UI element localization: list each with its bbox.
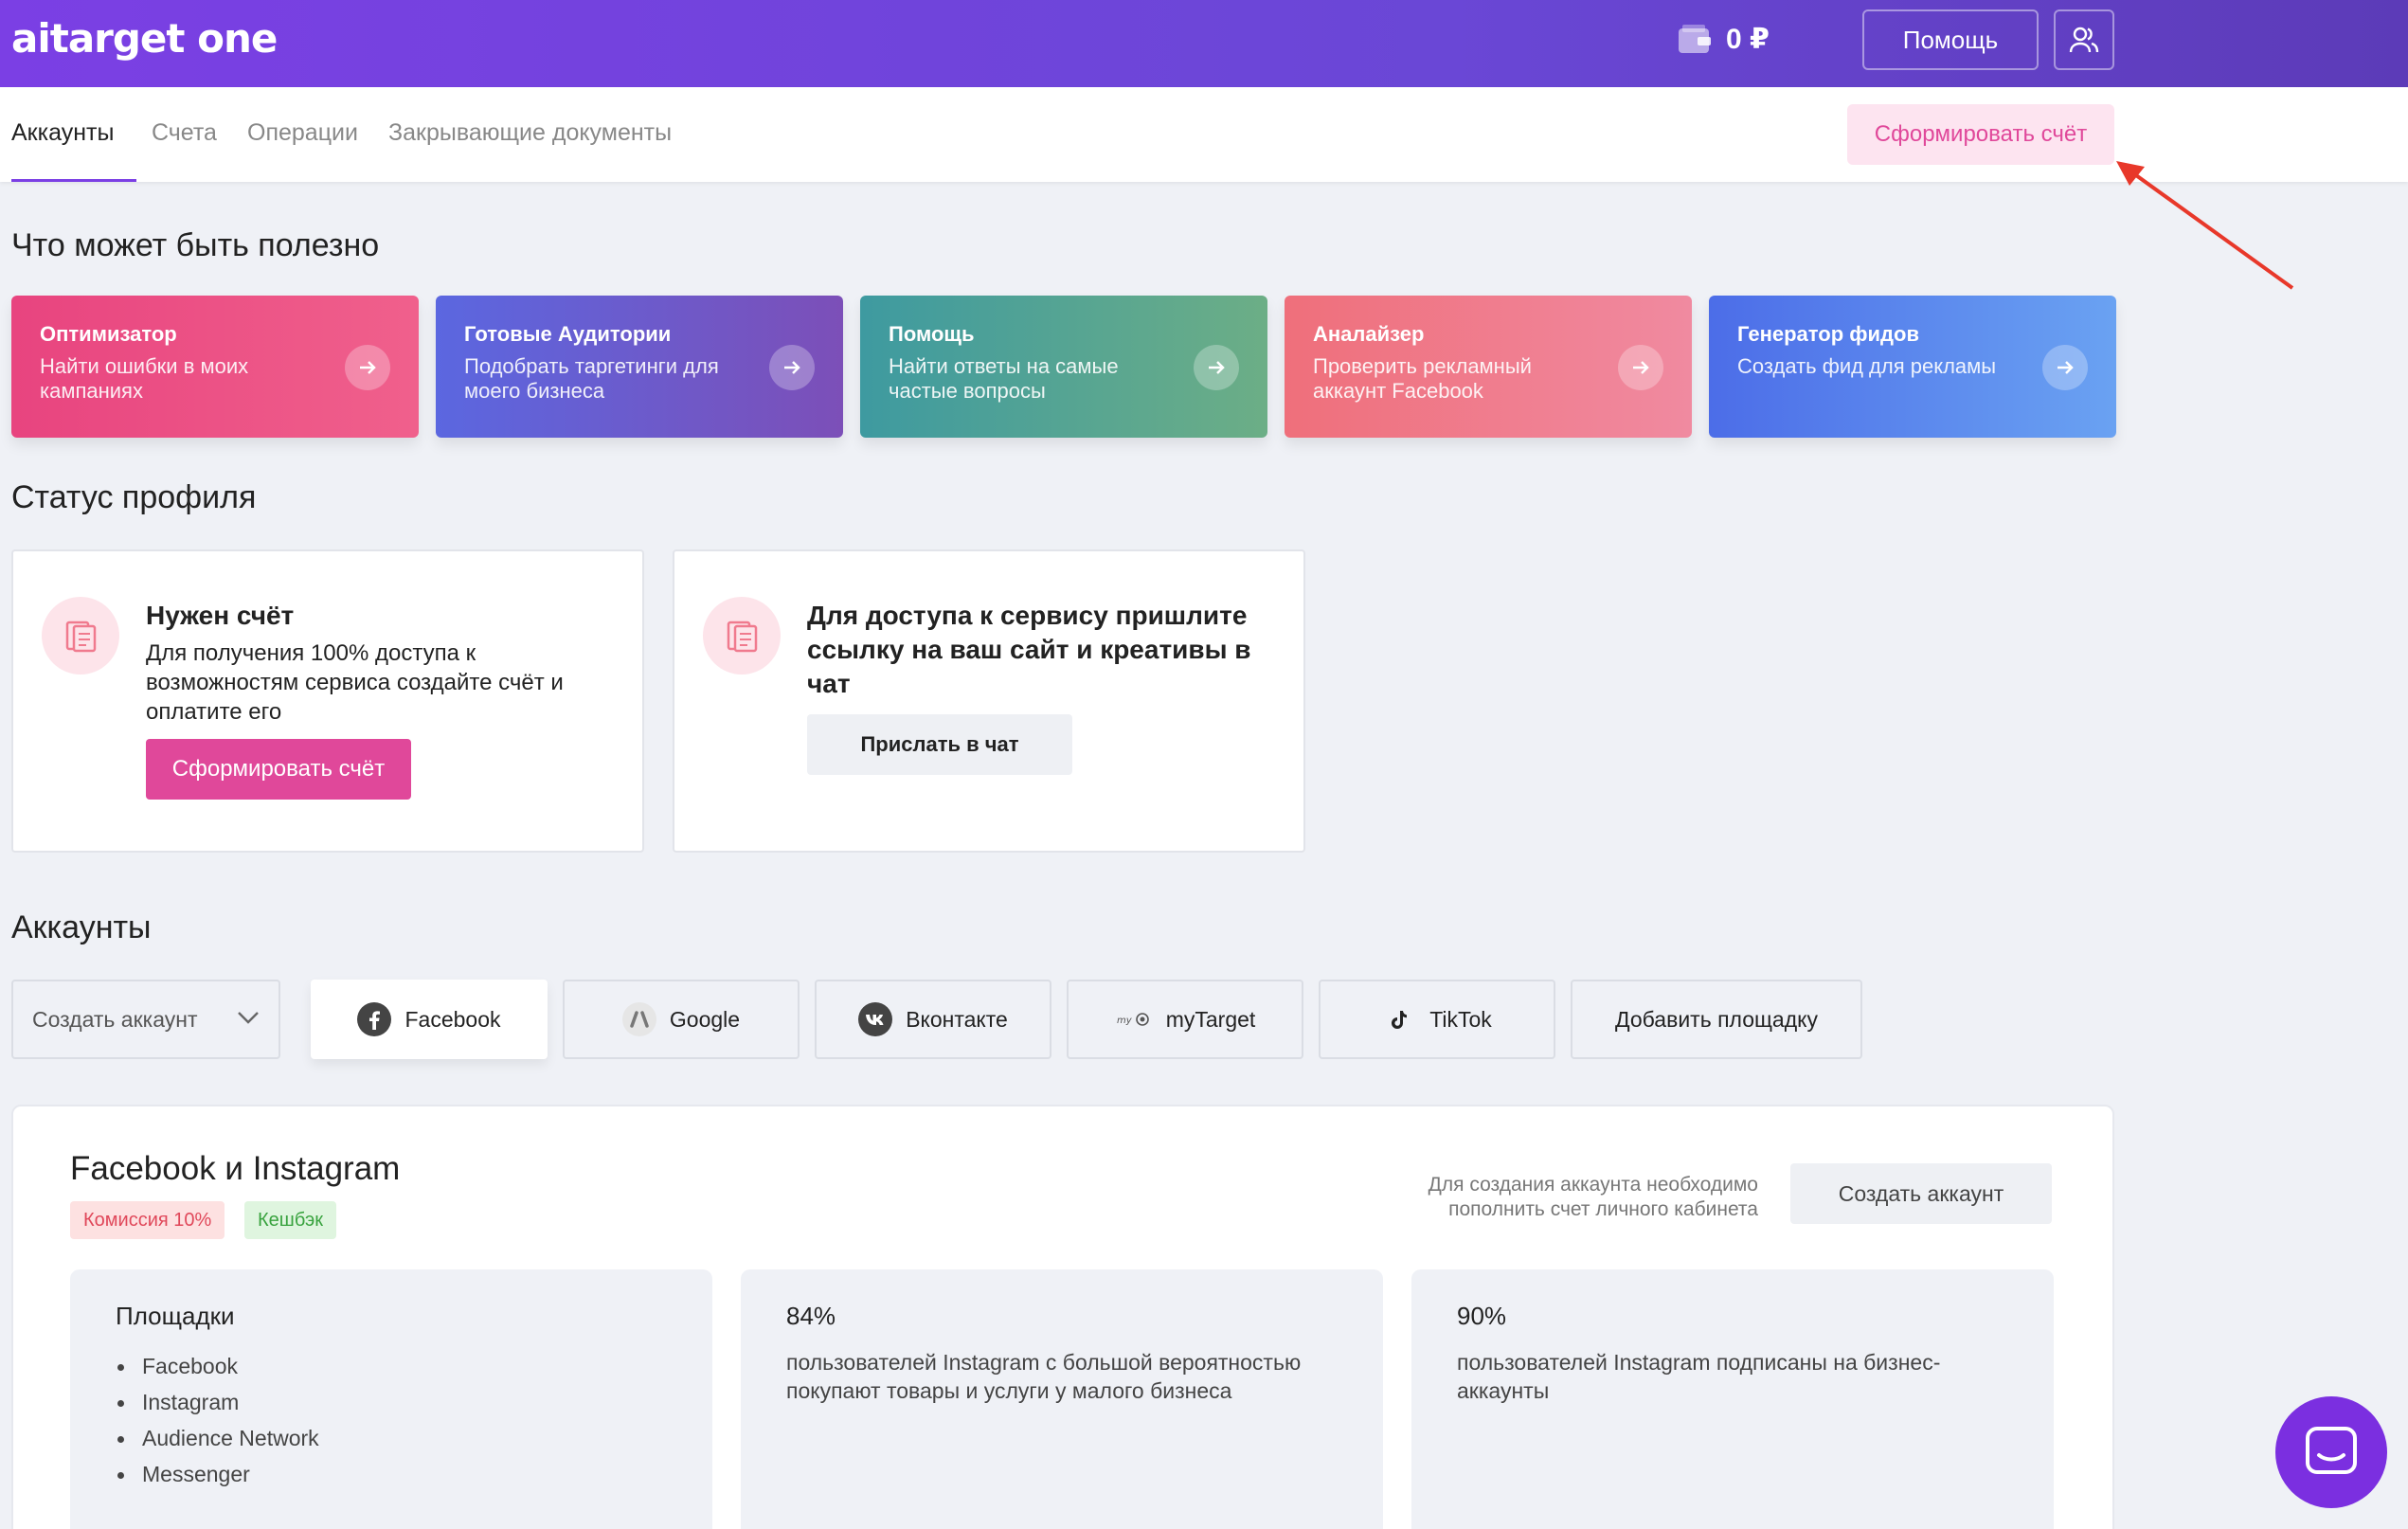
useful-heading: Что может быть полезно [11,227,380,263]
stat-box-purchase: 84% пользователей Instagram с большой ве… [741,1269,1383,1529]
stat-text: пользователей Instagram с большой вероят… [786,1350,1302,1403]
app-logo[interactable]: aitarget one [11,15,278,62]
status-card-send-link: Для доступа к сервису пришлите ссылку на… [673,549,1305,853]
balance-amount: 0 ₽ [1726,24,1770,55]
active-tab-indicator [11,179,136,182]
platform-tab-google[interactable]: Google [563,980,800,1059]
commission-badge: Комиссия 10% [70,1201,225,1239]
platform-label: Вконтакте [906,1006,1008,1032]
arrow-right-icon [345,345,390,390]
tab-invoices[interactable]: Счета [152,119,217,147]
platform-label: myTarget [1165,1006,1256,1032]
vk-icon [858,1002,893,1036]
profile-status-heading: Статус профиля [11,479,257,515]
arrow-right-icon [1194,345,1239,390]
chevron-down-icon [238,1012,259,1024]
platform-label: Google [669,1006,741,1032]
shortcut-title: Генератор фидов [1737,322,1919,346]
platform-tab-vkontakte[interactable]: Вконтакте [815,980,1051,1059]
user-menu-button[interactable] [2054,9,2114,70]
status-title: Нужен счёт [146,601,295,630]
platform-tab-tiktok[interactable]: TikTok [1319,980,1555,1059]
list-item: Facebook [116,1348,667,1384]
list-item: Audience Network [116,1420,667,1456]
users-icon [2069,27,2099,53]
mytarget-icon: my [1115,1002,1153,1036]
document-icon [703,597,781,675]
chat-widget-button[interactable] [2275,1396,2387,1508]
platform-tab-facebook[interactable]: Facebook [311,980,548,1059]
red-arrow-annotation [2116,161,2294,290]
platforms-heading: Площадки [116,1302,235,1330]
stat-box-business-accounts: 90% пользователей Instagram подписаны на… [1411,1269,2054,1529]
list-item: Messenger [116,1456,667,1492]
cashback-badge: Кешбэк [244,1201,337,1239]
google-ads-icon [621,1002,656,1036]
top-bar: aitarget one 0 ₽ Помощь [0,0,2408,87]
shortcut-card-audiences[interactable]: Готовые Аудитории Подобрать таргетинги д… [436,296,843,438]
list-item: Instagram [116,1384,667,1420]
create-invoice-top-button[interactable]: Сформировать счёт [1847,104,2114,165]
platforms-info-box: Площадки Facebook Instagram Audience Net… [70,1269,712,1529]
stat-value: 90% [1457,1302,1507,1330]
shortcut-desc: Найти ответы на самые частые вопросы [889,354,1119,403]
stat-text: пользователей Instagram подписаны на биз… [1457,1350,1941,1403]
arrow-right-icon [2042,345,2088,390]
tabs-bar: Аккаунты Счета Операции Закрывающие доку… [0,87,2408,182]
tab-operations[interactable]: Операции [247,119,358,147]
shortcut-card-analyzer[interactable]: Аналайзер Проверить рекламный аккаунт Fa… [1285,296,1692,438]
create-account-select-label: Создать аккаунт [32,1006,198,1032]
platforms-list: Facebook Instagram Audience Network Mess… [116,1348,667,1492]
create-account-note: Для создания аккаунта необходимо пополни… [1428,1174,1758,1220]
shortcut-desc: Проверить рекламный аккаунт Facebook [1313,354,1532,403]
svg-text:my: my [1117,1016,1133,1026]
shortcut-card-help[interactable]: Помощь Найти ответы на самые частые вопр… [860,296,1267,438]
document-icon [42,597,119,675]
shortcut-card-optimizer[interactable]: Оптимизатор Найти ошибки в моих кампания… [11,296,419,438]
shortcut-card-feed-generator[interactable]: Генератор фидов Создать фид для рекламы [1709,296,2116,438]
create-account-button[interactable]: Создать аккаунт [1790,1163,2052,1224]
status-title: Для доступа к сервису пришлите ссылку на… [807,601,1251,698]
shortcut-desc: Создать фид для рекламы [1737,354,1997,378]
add-platform-label: Добавить площадку [1615,1006,1818,1032]
accounts-heading: Аккаунты [11,909,152,945]
create-invoice-button[interactable]: Сформировать счёт [146,739,411,800]
create-account-select[interactable]: Создать аккаунт [11,980,280,1059]
chat-icon [2306,1427,2357,1474]
platform-label: Facebook [404,1006,501,1032]
shortcut-title: Готовые Аудитории [464,322,672,346]
shortcut-desc: Подобрать таргетинги для моего бизнеса [464,354,719,403]
shortcut-desc: Найти ошибки в моих кампаниях [40,354,249,403]
tiktok-icon [1382,1002,1416,1036]
help-button[interactable]: Помощь [1862,9,2039,70]
status-desc: Для получения 100% доступа к возможностя… [146,640,564,725]
status-card-invoice: Нужен счёт Для получения 100% доступа к … [11,549,644,853]
platform-tab-mytarget[interactable]: my myTarget [1067,980,1303,1059]
wallet-icon [1679,25,1711,53]
send-to-chat-button[interactable]: Прислать в чат [807,714,1072,775]
shortcut-title: Помощь [889,322,975,346]
platform-detail-panel: Facebook и Instagram Комиссия 10% Кешбэк… [11,1105,2114,1529]
arrow-right-icon [769,345,815,390]
tab-closing-documents[interactable]: Закрывающие документы [388,119,672,147]
shortcut-title: Аналайзер [1313,322,1425,346]
panel-title: Facebook и Instagram [70,1150,401,1187]
tab-accounts[interactable]: Аккаунты [11,119,114,147]
facebook-icon [357,1002,392,1036]
arrow-right-icon [1618,345,1663,390]
platform-label: TikTok [1429,1006,1492,1032]
shortcut-title: Оптимизатор [40,322,177,346]
stat-value: 84% [786,1302,836,1330]
add-platform-button[interactable]: Добавить площадку [1571,980,1862,1059]
